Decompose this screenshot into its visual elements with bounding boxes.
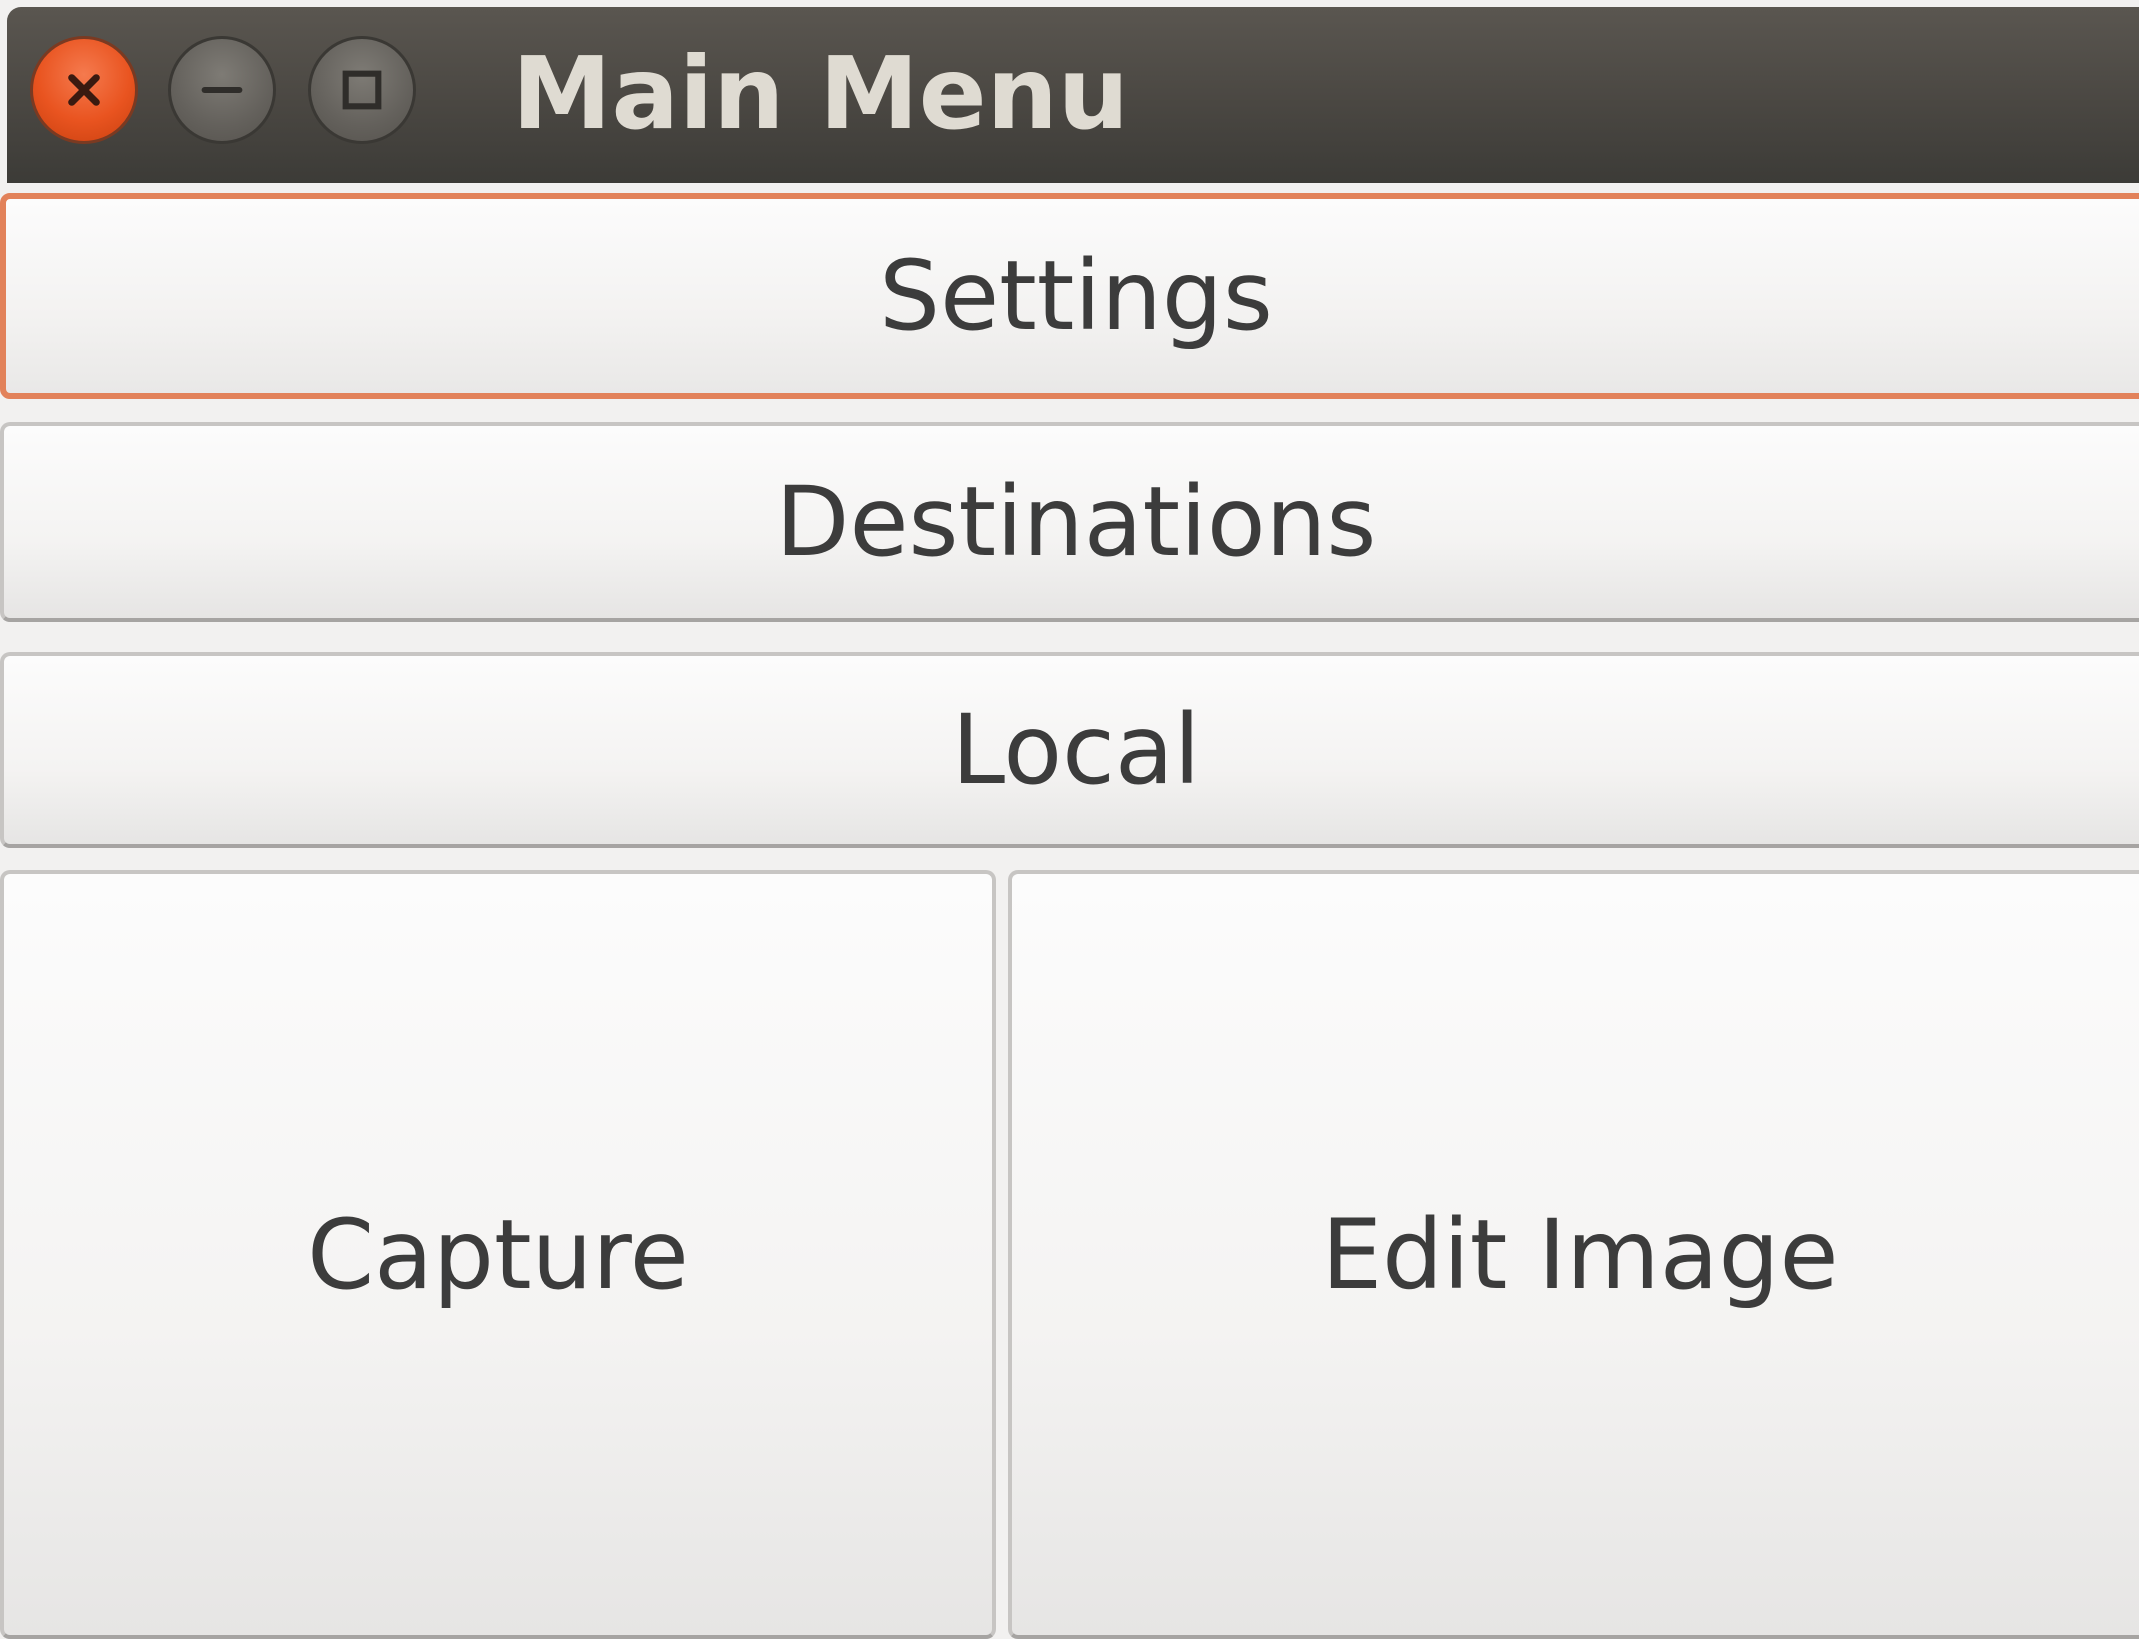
settings-button-label: Settings (879, 240, 1273, 352)
minimize-button[interactable] (168, 36, 276, 144)
title-bar[interactable]: Main Menu (7, 7, 2139, 183)
window-title: Main Menu (512, 35, 1129, 152)
capture-button-label: Capture (307, 1198, 689, 1311)
destinations-button-label: Destinations (775, 466, 1377, 578)
close-icon (68, 74, 100, 106)
edit-image-button[interactable]: Edit Image (1008, 870, 2139, 1639)
local-button[interactable]: Local (0, 652, 2139, 848)
edit-image-button-label: Edit Image (1321, 1198, 1839, 1311)
maximize-icon (342, 70, 382, 110)
minimize-icon (201, 86, 243, 94)
local-button-label: Local (951, 694, 1201, 806)
maximize-button[interactable] (308, 36, 416, 144)
settings-button[interactable]: Settings (0, 193, 2139, 399)
main-menu-window: Main Menu Settings Destinations Local Ca… (0, 0, 2139, 1639)
close-button[interactable] (30, 36, 138, 144)
destinations-button[interactable]: Destinations (0, 422, 2139, 622)
capture-button[interactable]: Capture (0, 870, 996, 1639)
